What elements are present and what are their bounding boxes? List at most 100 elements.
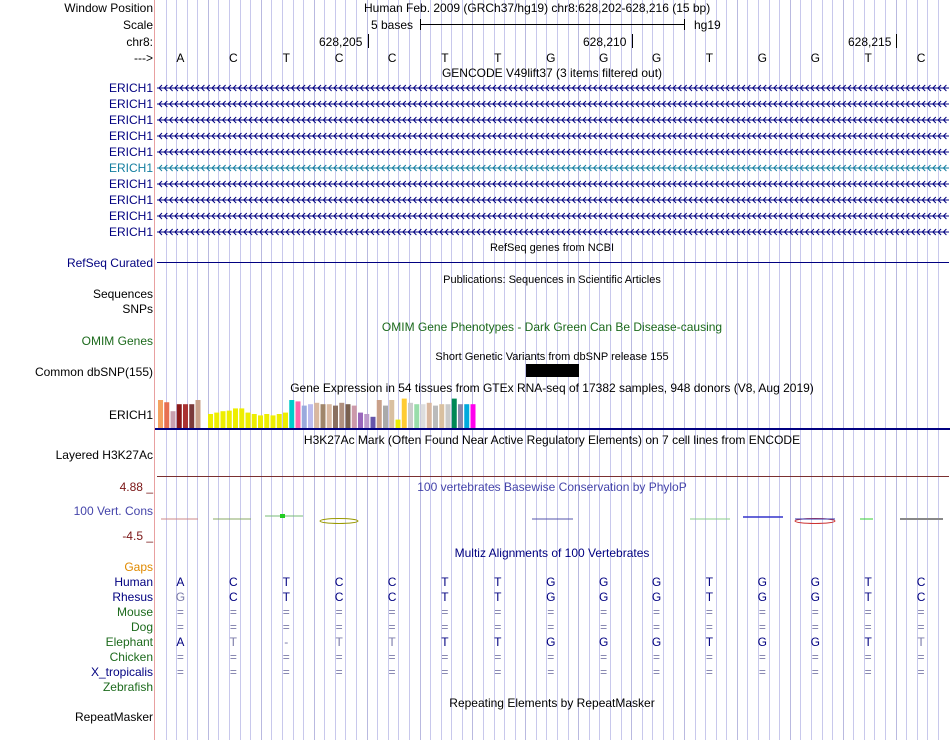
gtex-tissue-bar[interactable] [258,415,263,428]
window-position-value[interactable]: Human Feb. 2009 (GRCh37/hg19) chr8:628,2… [364,1,710,15]
gtex-tissue-bar[interactable] [239,408,245,428]
gtex-tissue-bar[interactable] [326,404,332,428]
gtex-tissue-bar[interactable] [389,400,395,428]
gencode-transcript-label[interactable]: ERICH1 [109,81,153,95]
gencode-transcript-label[interactable]: ERICH1 [109,209,153,223]
h3k27ac-track-label[interactable]: Layered H3K27Ac [56,448,153,462]
gtex-tissue-bar[interactable] [220,411,226,428]
gtex-expression-bars[interactable] [155,395,950,431]
gtex-tissue-bar[interactable] [351,405,357,428]
gencode-transcript-intron[interactable] [157,115,949,125]
gtex-tissue-bar[interactable] [189,404,195,428]
grid-line [853,0,855,740]
multiz-species-label[interactable]: Zebrafish [103,680,153,694]
refseq-gene-line[interactable] [157,262,949,263]
multiz-base: T [494,635,502,649]
gtex-tissue-bar[interactable] [251,414,257,428]
gtex-tissue-bar[interactable] [183,404,188,428]
gencode-transcript-label[interactable]: ERICH1 [109,129,153,143]
publications-sequences-label[interactable]: Sequences [93,287,153,301]
gtex-tissue-bar[interactable] [158,400,163,428]
gtex-tissue-bar[interactable] [401,398,407,428]
gencode-transcript-label[interactable]: ERICH1 [109,145,153,159]
gtex-tissue-bar[interactable] [364,414,370,428]
multiz-species-label[interactable]: Dog [131,620,153,634]
gtex-gene-label[interactable]: ERICH1 [109,408,153,422]
gencode-transcript-intron[interactable] [157,227,949,237]
gencode-transcript-intron[interactable] [157,179,949,189]
gencode-transcript-label[interactable]: ERICH1 [109,193,153,207]
gtex-tissue-bar[interactable] [314,402,320,428]
multiz-species-label[interactable]: Elephant [106,635,153,649]
gtex-tissue-bar[interactable] [439,404,445,428]
gtex-tissue-bar[interactable] [395,419,401,428]
gencode-transcript-label[interactable]: ERICH1 [109,161,153,175]
multiz-species-label[interactable]: Chicken [110,650,153,664]
gtex-tissue-bar[interactable] [420,404,426,428]
gtex-tissue-bar[interactable] [295,401,301,428]
gtex-tissue-bar[interactable] [370,416,376,428]
gencode-transcript-label[interactable]: ERICH1 [109,113,153,127]
multiz-base: = [811,620,819,634]
cons-wiggle[interactable] [155,510,950,530]
gtex-tissue-bar[interactable] [445,404,451,428]
gtex-tissue-bar[interactable] [458,404,463,428]
gtex-tissue-bar[interactable] [170,411,176,428]
gtex-tissue-bar[interactable] [245,412,251,428]
dbsnp-variant-block[interactable] [526,364,579,377]
gencode-transcript-intron[interactable] [157,131,949,141]
grid-line [239,0,241,740]
gencode-transcript-intron[interactable] [157,211,949,221]
cons-track-label[interactable]: 100 Vert. Cons [74,504,153,518]
gtex-tissue-bar[interactable] [233,408,238,428]
refseq-track-label[interactable]: RefSeq Curated [67,256,153,270]
multiz-species-label[interactable]: Mouse [117,605,153,619]
gtex-tissue-bar[interactable] [176,404,182,428]
gtex-tissue-bar[interactable] [433,405,438,428]
gencode-transcript-label[interactable]: ERICH1 [109,97,153,111]
gtex-tissue-bar[interactable] [414,404,420,428]
gtex-tissue-bar[interactable] [201,425,207,428]
gencode-transcript-intron[interactable] [157,83,949,93]
gencode-transcript-label[interactable]: ERICH1 [109,225,153,239]
gtex-tissue-bar[interactable] [451,398,457,428]
gtex-tissue-bar[interactable] [283,412,288,428]
gtex-tissue-bar[interactable] [383,405,388,428]
gtex-tissue-bar[interactable] [214,412,220,428]
dbsnp-track-label[interactable]: Common dbSNP(155) [35,365,153,379]
gtex-tissue-bar[interactable] [320,404,326,428]
gtex-tissue-bar[interactable] [226,410,232,428]
multiz-species-label[interactable]: X_tropicalis [91,665,153,679]
gtex-tissue-bar[interactable] [276,414,282,428]
gencode-transcript-intron[interactable] [157,163,949,173]
gtex-tissue-bar[interactable] [301,405,307,428]
strand-arrow-label[interactable]: ---> [134,51,153,65]
gtex-tissue-bar[interactable] [470,404,476,428]
gtex-tissue-bar[interactable] [464,404,470,428]
gencode-transcript-intron[interactable] [157,147,949,157]
multiz-gaps-label[interactable]: Gaps [124,560,153,574]
gtex-tissue-bar[interactable] [426,402,432,428]
gtex-tissue-bar[interactable] [289,400,295,428]
multiz-base: = [176,605,184,619]
gtex-tissue-bar[interactable] [164,402,170,428]
gtex-tissue-bar[interactable] [270,415,276,428]
gencode-transcript-intron[interactable] [157,99,949,109]
gtex-tissue-bar[interactable] [208,414,213,428]
gtex-tissue-bar[interactable] [358,412,363,428]
gencode-transcript-label[interactable]: ERICH1 [109,177,153,191]
gtex-tissue-bar[interactable] [339,402,345,428]
repeatmasker-track-label[interactable]: RepeatMasker [75,710,153,724]
gtex-tissue-bar[interactable] [376,400,382,428]
gencode-transcript-intron[interactable] [157,195,949,205]
gtex-tissue-bar[interactable] [408,402,413,428]
gtex-tissue-bar[interactable] [308,404,313,428]
publications-snps-label[interactable]: SNPs [122,302,153,316]
gtex-tissue-bar[interactable] [195,400,201,428]
gtex-tissue-bar[interactable] [345,404,351,428]
multiz-species-label[interactable]: Human [114,575,153,589]
gtex-tissue-bar[interactable] [264,414,270,428]
omim-track-label[interactable]: OMIM Genes [82,334,153,348]
multiz-species-label[interactable]: Rhesus [112,590,153,604]
gtex-tissue-bar[interactable] [333,405,338,428]
